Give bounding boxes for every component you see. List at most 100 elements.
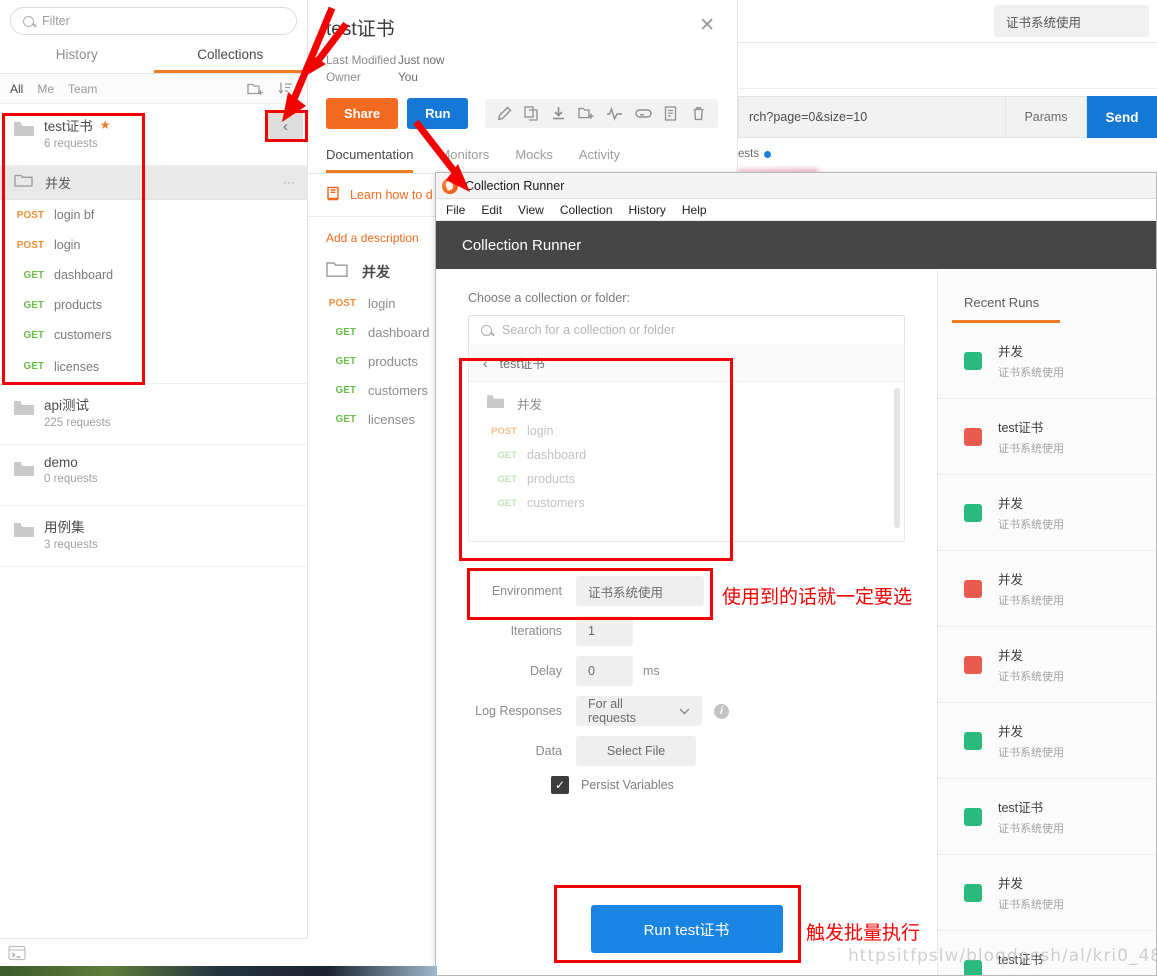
detail-tabs: Documentation Monitors Mocks Activity [308, 147, 737, 174]
status-badge [964, 883, 982, 902]
menu-collection[interactable]: Collection [560, 203, 613, 217]
documentation-icon[interactable] [664, 106, 679, 121]
star-icon[interactable]: ★ [100, 118, 111, 132]
chooser-request-row[interactable]: GET products [469, 467, 904, 491]
menu-help[interactable]: Help [682, 203, 707, 217]
select-file-button[interactable]: Select File [576, 736, 696, 766]
info-icon[interactable]: i [714, 703, 729, 719]
run-name: test证书 [998, 421, 1044, 435]
collection-item-yonglieji[interactable]: 用例集 3 requests [0, 506, 307, 567]
recent-run-item[interactable]: 并发 证书系统使用 [938, 475, 1156, 551]
chooser-request-row[interactable]: POST login [469, 419, 904, 443]
status-badge [964, 503, 982, 522]
request-row[interactable]: POST login bf [0, 200, 307, 230]
run-button[interactable]: Run [407, 98, 469, 129]
url-input[interactable]: rch?page=0&size=10 [738, 96, 1005, 138]
console-icon[interactable] [8, 945, 27, 966]
recent-run-item[interactable]: test证书 证书系统使用 [938, 779, 1156, 855]
scope-filter-all[interactable]: All [10, 82, 23, 96]
run-environment: 证书系统使用 [998, 899, 1064, 911]
send-button[interactable]: Send [1087, 96, 1157, 138]
params-button[interactable]: Params [1005, 96, 1087, 138]
request-name: dashboard [368, 325, 430, 340]
chevron-down-icon [679, 704, 690, 718]
tests-tab[interactable]: ests [738, 148, 772, 160]
recent-runs-title: Recent Runs [964, 295, 1040, 310]
folder-open-icon [14, 173, 33, 193]
log-responses-select[interactable]: For all requests [576, 696, 702, 726]
collection-search-input[interactable]: Search for a collection or folder [468, 315, 905, 345]
recent-run-item[interactable]: test证书 证书系统使用 [938, 931, 1156, 975]
runner-titlebar: Collection Runner [436, 173, 1156, 199]
collection-name: test证书 ★ [44, 115, 297, 135]
collection-list: test证书 ★ 6 requests ⋯ 并发 ⋯ POST log [0, 105, 307, 938]
persist-variables-checkbox[interactable]: ✓ [551, 776, 569, 794]
tab-history[interactable]: History [0, 40, 154, 73]
delay-input[interactable]: 0 [576, 656, 633, 686]
tab-activity[interactable]: Activity [579, 147, 620, 173]
sort-icon[interactable] [278, 81, 297, 96]
breadcrumb-label: test证书 [499, 357, 545, 371]
request-row[interactable]: GET licenses [0, 350, 307, 384]
chooser-request-row[interactable]: GET dashboard [469, 443, 904, 467]
scope-filter-me[interactable]: Me [37, 82, 54, 96]
sidebar-collapse-button[interactable]: ‹ [268, 112, 303, 140]
request-method: GET [23, 299, 44, 311]
data-row: Data Select File [436, 736, 937, 766]
download-icon[interactable] [551, 106, 566, 121]
request-method: GET [497, 449, 517, 461]
collection-item-demo[interactable]: demo 0 requests [0, 445, 307, 506]
tab-monitors[interactable]: Monitors [439, 147, 489, 173]
copy-icon[interactable] [524, 106, 539, 121]
collection-runner-window: Collection Runner File Edit View Collect… [435, 172, 1157, 976]
chevron-left-icon[interactable]: ‹ [483, 355, 488, 371]
collection-chooser: ‹ test证书 并发 POST login GET dashboard GET… [468, 344, 905, 542]
collection-item-test[interactable]: test证书 ★ 6 requests ⋯ [0, 105, 307, 166]
page-title: test证书 [326, 19, 395, 40]
recent-run-item[interactable]: 并发 证书系统使用 [938, 627, 1156, 703]
menu-history[interactable]: History [629, 203, 666, 217]
trash-icon[interactable] [691, 106, 706, 121]
tab-mocks[interactable]: Mocks [515, 147, 553, 173]
new-folder-icon[interactable] [578, 106, 595, 121]
recent-run-item[interactable]: 并发 证书系统使用 [938, 703, 1156, 779]
scope-filter-team[interactable]: Team [68, 82, 97, 96]
new-folder-icon[interactable] [247, 81, 264, 96]
environment-select[interactable]: 证书系统使用 [576, 576, 704, 606]
environment-selector[interactable]: 证书系统使用 [994, 5, 1149, 37]
request-row[interactable]: GET products [0, 290, 307, 320]
environment-label: Environment [491, 584, 562, 598]
folder-more-icon[interactable]: ⋯ [283, 175, 298, 191]
tab-collections[interactable]: Collections [153, 40, 307, 73]
request-row[interactable]: GET dashboard [0, 260, 307, 290]
close-icon[interactable]: ✕ [699, 16, 715, 35]
request-method: GET [335, 385, 356, 396]
collection-item-api[interactable]: api测试 225 requests [0, 384, 307, 445]
iterations-input[interactable]: 1 [576, 616, 633, 646]
runner-menubar: File Edit View Collection History Help [436, 199, 1156, 221]
recent-run-item[interactable]: 并发 证书系统使用 [938, 855, 1156, 931]
search-icon [23, 15, 34, 27]
tab-documentation[interactable]: Documentation [326, 147, 414, 173]
runner-main-pane: Choose a collection or folder: Search fo… [436, 269, 938, 975]
recent-run-item[interactable]: 并发 证书系统使用 [938, 323, 1156, 399]
monitor-pulse-icon[interactable] [606, 106, 623, 121]
chooser-breadcrumb[interactable]: ‹ test证书 [469, 344, 904, 382]
chooser-folder-row[interactable]: 并发 [469, 388, 904, 419]
recent-run-item[interactable]: test证书 证书系统使用 [938, 399, 1156, 475]
request-row[interactable]: POST login [0, 230, 307, 260]
chooser-scrollbar[interactable] [894, 388, 900, 528]
edit-pencil-icon[interactable] [497, 106, 512, 121]
menu-view[interactable]: View [518, 203, 544, 217]
menu-edit[interactable]: Edit [481, 203, 502, 217]
folder-row-bingfa[interactable]: 并发 ⋯ [0, 166, 307, 200]
recent-run-item[interactable]: 并发 证书系统使用 [938, 551, 1156, 627]
menu-file[interactable]: File [446, 203, 465, 217]
run-collection-button[interactable]: Run test证书 [590, 905, 783, 953]
request-row[interactable]: GET customers [0, 320, 307, 350]
filter-input[interactable]: Filter [10, 7, 297, 35]
chooser-request-row[interactable]: GET customers [469, 491, 904, 515]
mock-server-icon[interactable] [635, 106, 653, 121]
postman-logo-icon [442, 177, 458, 194]
share-button[interactable]: Share [326, 98, 399, 129]
